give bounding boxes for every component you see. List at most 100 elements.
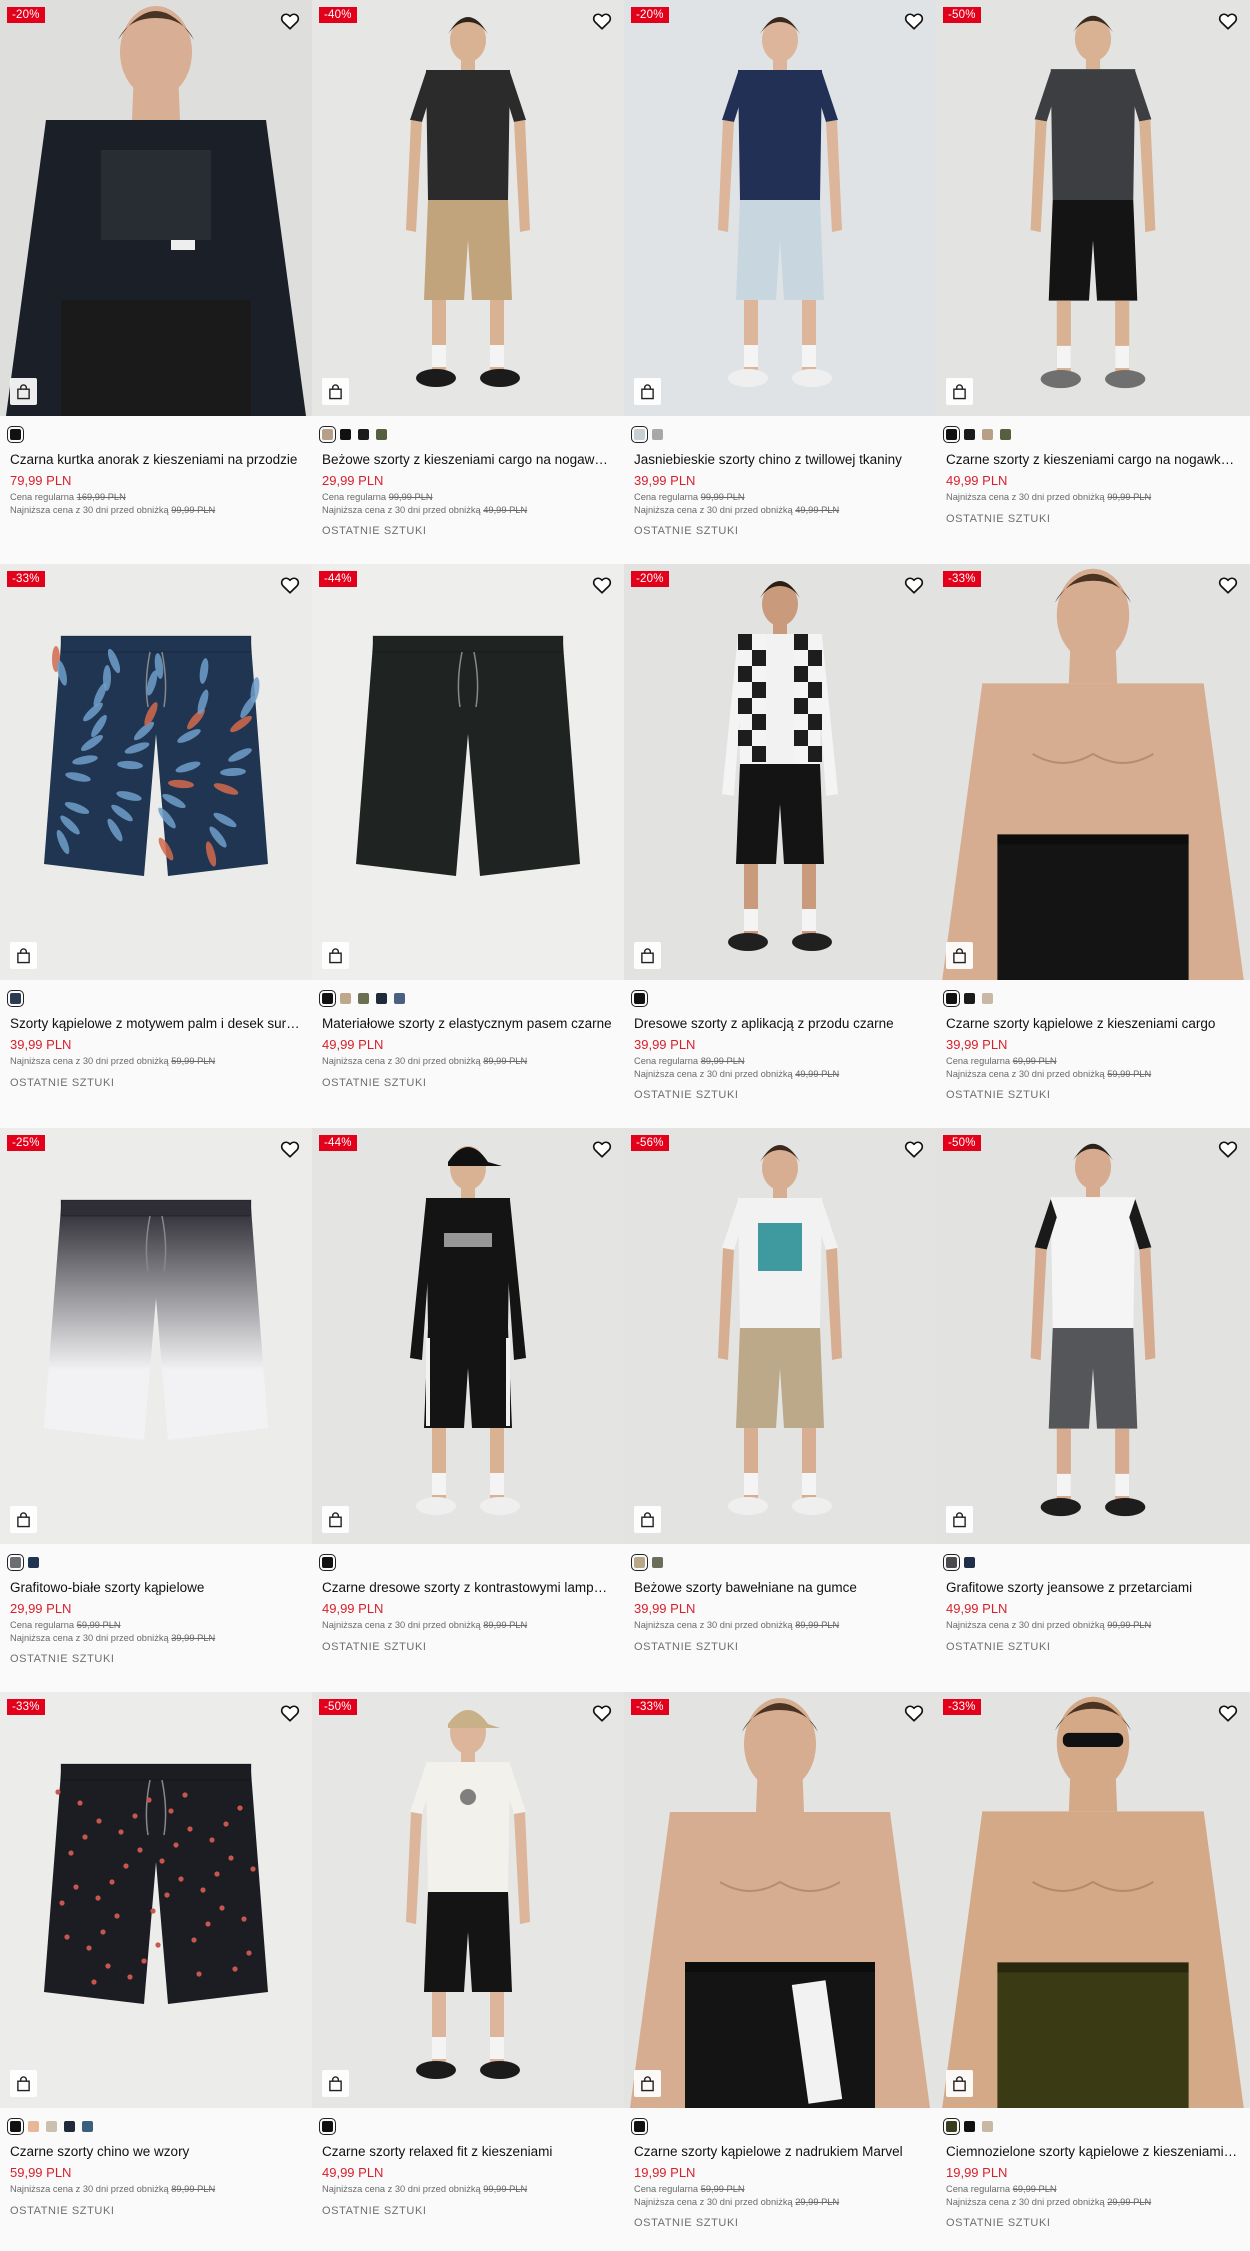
color-swatch[interactable] [28,2120,39,2132]
product-image[interactable]: -50% [936,1128,1250,1544]
product-title[interactable]: Czarne szorty kąpielowe z nadrukiem Marv… [634,2143,926,2161]
product-card[interactable]: -33% Czarne szorty chino we wzory 59,99 PL… [0,1692,312,2251]
wishlist-button[interactable] [902,573,926,597]
color-swatch[interactable] [943,1553,960,1571]
color-swatch[interactable] [7,989,24,1007]
product-title[interactable]: Czarne szorty z kieszeniami cargo na nog… [946,451,1240,469]
wishlist-button[interactable] [902,9,926,33]
product-card[interactable]: -20% Jasniebieskie szorty chino z twillow… [624,0,936,564]
color-swatch[interactable] [46,2120,57,2132]
wishlist-button[interactable] [902,1137,926,1161]
color-swatch[interactable] [319,1553,336,1571]
product-title[interactable]: Beżowe szorty bawełniane na gumce [634,1579,926,1597]
wishlist-button[interactable] [590,1701,614,1725]
add-to-bag-button[interactable] [10,942,37,969]
product-image[interactable]: -33% [936,1692,1250,2108]
product-card[interactable]: -44% Czarne dresowe szorty z kontrastowym… [312,1128,624,1692]
product-title[interactable]: Czarne dresowe szorty z kontrastowymi la… [322,1579,614,1597]
product-image[interactable]: -20% [624,564,936,980]
product-card[interactable]: -20% Czarna kurtka anorak z kieszeniami n… [0,0,312,564]
color-swatch[interactable] [340,992,351,1004]
product-title[interactable]: Grafitowe szorty jeansowe z przetarciami [946,1579,1240,1597]
wishlist-button[interactable] [590,573,614,597]
product-card[interactable]: -50% Grafitowe szorty jeansowe z przetarc… [936,1128,1250,1692]
product-image[interactable]: -44% [312,1128,624,1544]
product-card[interactable]: -50% Czarne szorty relaxed fit z kieszeni… [312,1692,624,2251]
wishlist-button[interactable] [1216,1701,1240,1725]
product-title[interactable]: Czarne szorty relaxed fit z kieszeniami [322,2143,614,2161]
add-to-bag-button[interactable] [634,942,661,969]
product-image[interactable]: -33% [936,564,1250,980]
add-to-bag-button[interactable] [634,378,661,405]
color-swatch[interactable] [982,992,993,1004]
product-card[interactable]: -20% Dresowe szorty z aplikacją z przodu … [624,564,936,1128]
add-to-bag-button[interactable] [10,1506,37,1533]
product-image[interactable]: -33% [0,564,312,980]
product-card[interactable]: -33% Ciemnozielone szorty kąpielowe z kie… [936,1692,1250,2251]
product-card[interactable]: -25% Grafitowo-białe szorty kąpielowe 29,9… [0,1128,312,1692]
wishlist-button[interactable] [590,1137,614,1161]
product-title[interactable]: Czarne szorty chino we wzory [10,2143,302,2161]
color-swatch[interactable] [631,2117,648,2135]
color-swatch[interactable] [982,2120,993,2132]
color-swatch[interactable] [652,1556,663,1568]
product-image[interactable]: -50% [936,0,1250,416]
wishlist-button[interactable] [902,1701,926,1725]
add-to-bag-button[interactable] [322,1506,349,1533]
color-swatch[interactable] [7,2117,24,2135]
product-title[interactable]: Szorty kąpielowe z motywem palm i desek … [10,1015,302,1033]
color-swatch[interactable] [376,428,387,440]
color-swatch[interactable] [394,992,405,1004]
wishlist-button[interactable] [278,9,302,33]
product-title[interactable]: Grafitowo-białe szorty kąpielowe [10,1579,302,1597]
color-swatch[interactable] [631,425,648,443]
product-card[interactable]: -33% Czarne szorty kąpielowe z nadrukiem … [624,1692,936,2251]
product-title[interactable]: Czarne szorty kąpielowe z kieszeniami ca… [946,1015,1240,1033]
product-image[interactable]: -25% [0,1128,312,1544]
color-swatch[interactable] [631,989,648,1007]
color-swatch[interactable] [964,428,975,440]
product-image[interactable]: -20% [0,0,312,416]
wishlist-button[interactable] [1216,1137,1240,1161]
product-card[interactable]: -44% Materiałowe szorty z elastycznym pas… [312,564,624,1128]
color-swatch[interactable] [358,992,369,1004]
add-to-bag-button[interactable] [322,2070,349,2097]
wishlist-button[interactable] [1216,573,1240,597]
color-swatch[interactable] [319,989,336,1007]
wishlist-button[interactable] [1216,9,1240,33]
color-swatch[interactable] [943,989,960,1007]
color-swatch[interactable] [64,2120,75,2132]
product-card[interactable]: -40% Beżowe szorty z kieszeniami cargo na… [312,0,624,564]
product-image[interactable]: -33% [624,1692,936,2108]
color-swatch[interactable] [82,2120,93,2132]
color-swatch[interactable] [7,425,24,443]
product-card[interactable]: -56% Beżowe szorty bawełniane na gumce 39,… [624,1128,936,1692]
add-to-bag-button[interactable] [10,378,37,405]
color-swatch[interactable] [319,425,336,443]
product-image[interactable]: -20% [624,0,936,416]
add-to-bag-button[interactable] [946,1506,973,1533]
product-title[interactable]: Jasniebieskie szorty chino z twillowej t… [634,451,926,469]
color-swatch[interactable] [943,425,960,443]
product-title[interactable]: Beżowe szorty z kieszeniami cargo na nog… [322,451,614,469]
add-to-bag-button[interactable] [322,378,349,405]
wishlist-button[interactable] [278,1137,302,1161]
add-to-bag-button[interactable] [322,942,349,969]
product-title[interactable]: Dresowe szorty z aplikacją z przodu czar… [634,1015,926,1033]
add-to-bag-button[interactable] [10,2070,37,2097]
add-to-bag-button[interactable] [634,2070,661,2097]
color-swatch[interactable] [964,992,975,1004]
wishlist-button[interactable] [278,573,302,597]
product-image[interactable]: -44% [312,564,624,980]
product-card[interactable]: -33% Czarne szorty kąpielowe z kieszeniam… [936,564,1250,1128]
color-swatch[interactable] [943,2117,960,2135]
color-swatch[interactable] [1000,428,1011,440]
product-image[interactable]: -40% [312,0,624,416]
add-to-bag-button[interactable] [634,1506,661,1533]
product-title[interactable]: Ciemnozielone szorty kąpielowe z kieszen… [946,2143,1240,2161]
color-swatch[interactable] [982,428,993,440]
color-swatch[interactable] [28,1556,39,1568]
product-image[interactable]: -56% [624,1128,936,1544]
product-card[interactable]: -33% Szorty kąpielowe z motywem palm i de… [0,564,312,1128]
product-image[interactable]: -50% [312,1692,624,2108]
